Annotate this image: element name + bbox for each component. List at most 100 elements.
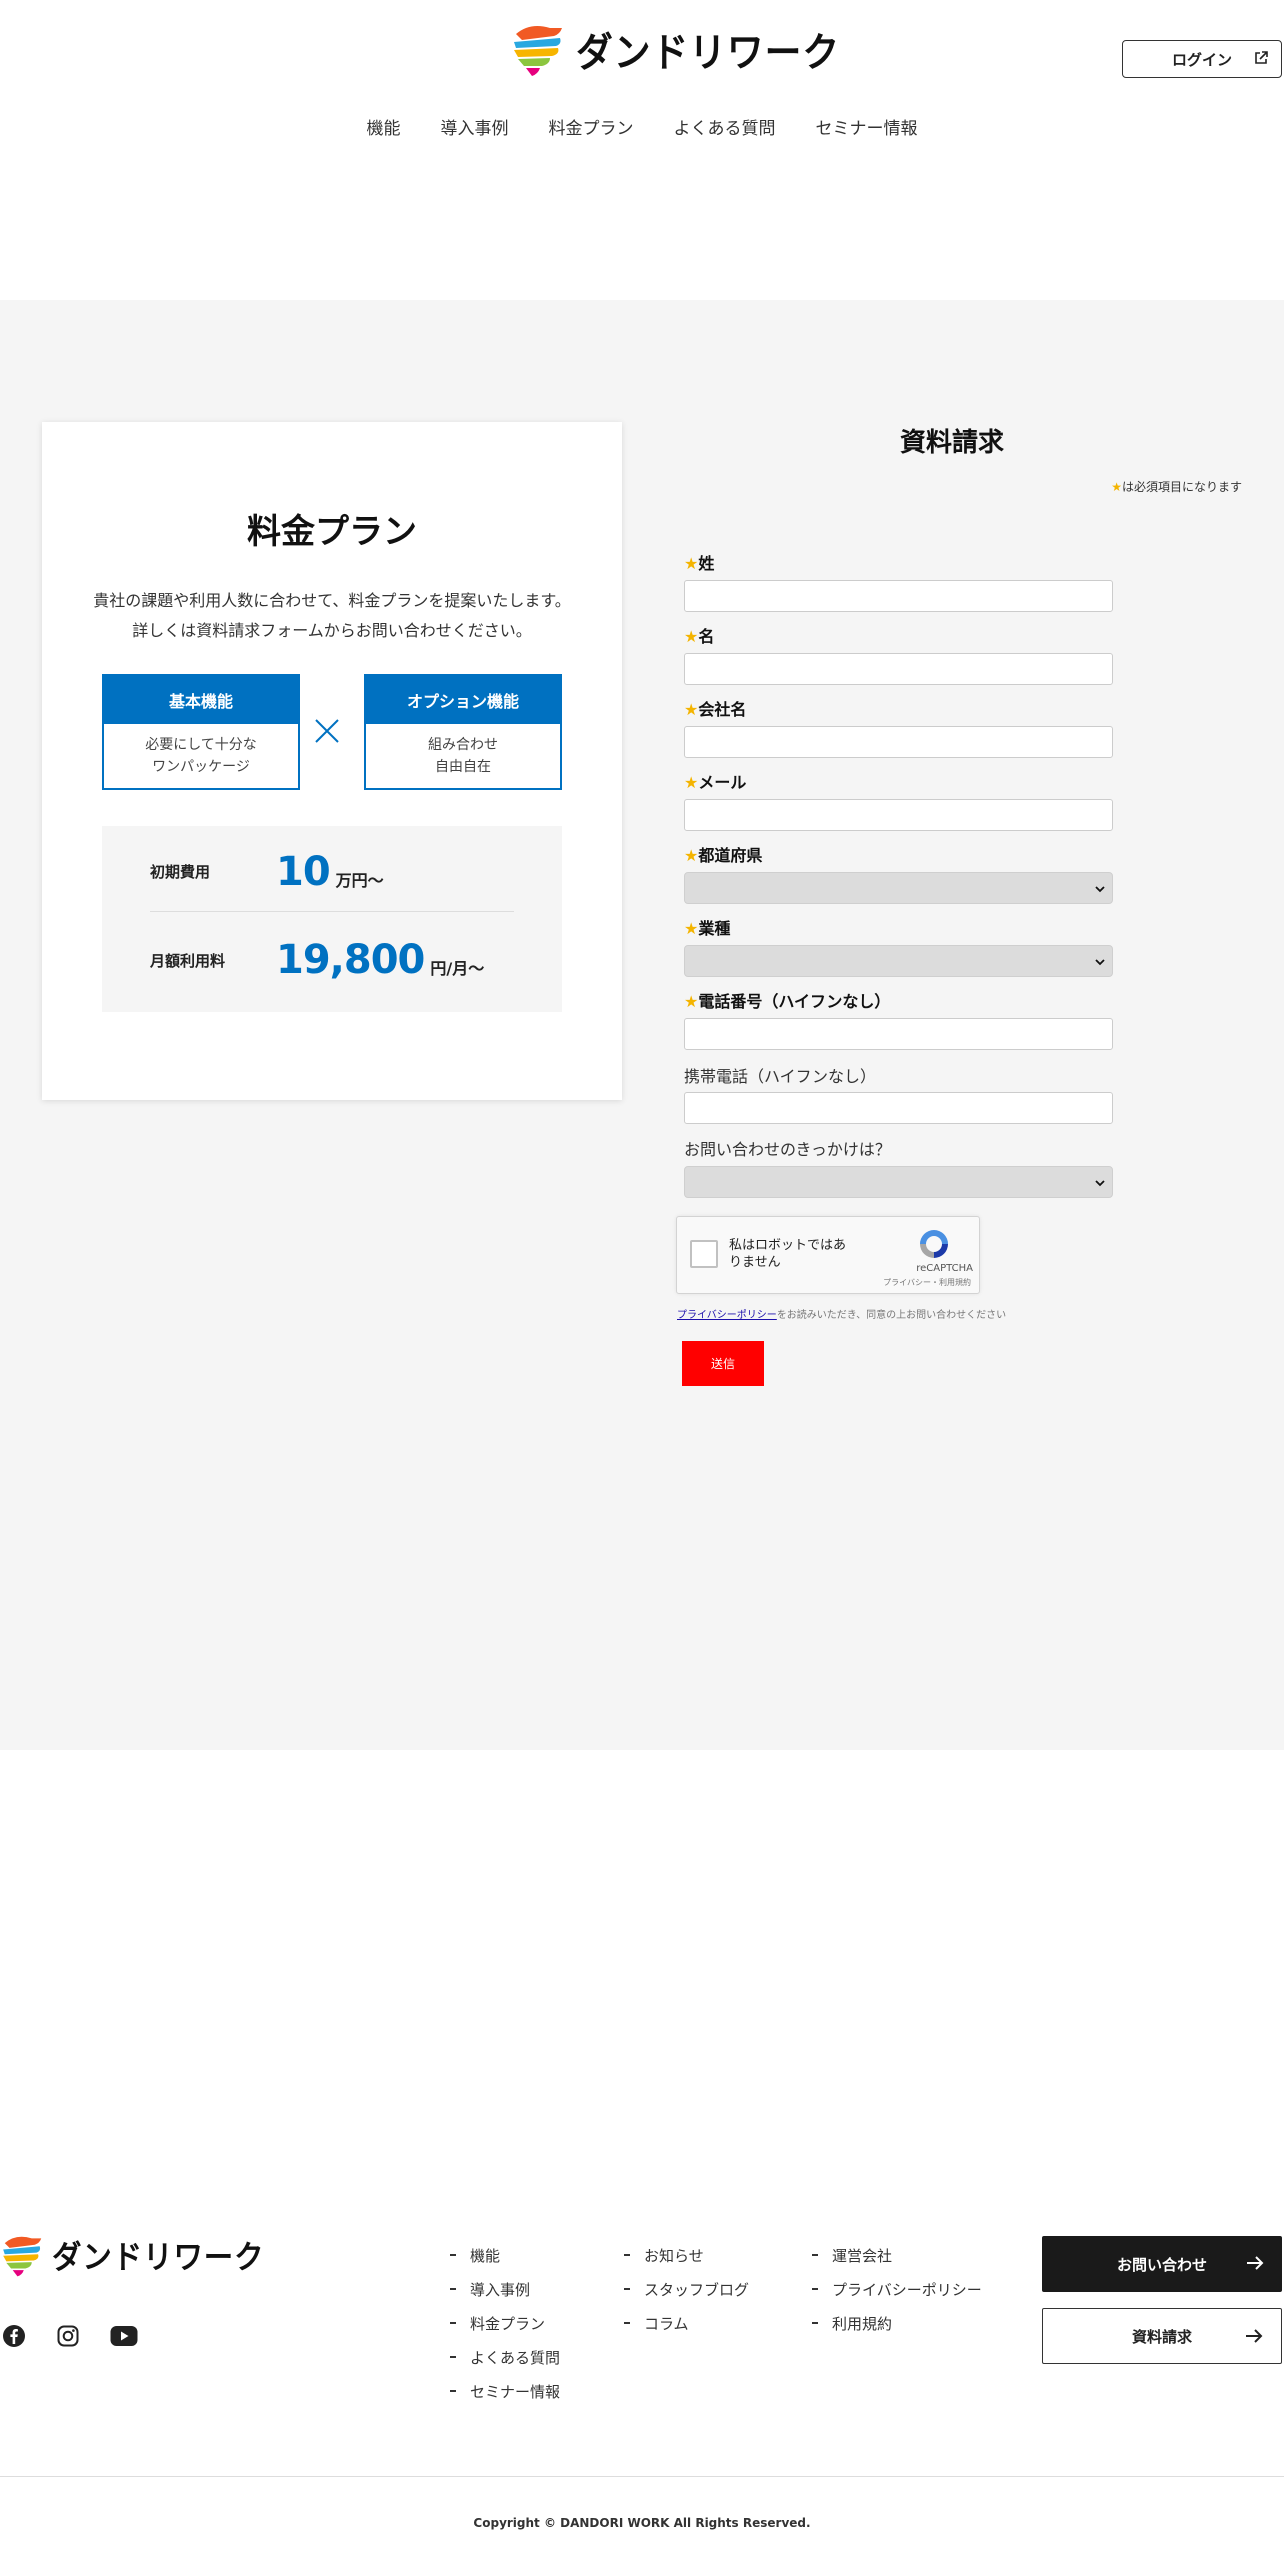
last-name-input[interactable] [684, 580, 1113, 612]
pricing-desc-line-2: 詳しくは資料請求フォームからお問い合わせください。 [132, 621, 532, 640]
footer-link-column[interactable]: コラム [624, 2306, 749, 2340]
initial-cost-row: 初期費用 10 万円〜 [150, 832, 514, 912]
nav-item-faq[interactable]: よくある質問 [674, 114, 776, 139]
login-button[interactable]: ログイン [1122, 40, 1282, 78]
industry-select[interactable] [684, 945, 1113, 977]
required-star: ★ [1111, 480, 1122, 494]
email-input[interactable] [684, 799, 1113, 831]
monthly-fee-unit: 円/月〜 [430, 959, 485, 978]
industry-label-text: 業種 [698, 919, 731, 938]
login-label: ログイン [1171, 50, 1232, 69]
monthly-fee-value: 19,800 [276, 937, 425, 983]
prefecture-label: ★都道府県 [684, 842, 762, 866]
required-star: ★ [684, 992, 699, 1011]
required-note: ★は必須項目になります [1000, 478, 1242, 495]
footer-link-features[interactable]: 機能 [450, 2238, 560, 2272]
footer-link-staff-blog[interactable]: スタッフブログ [624, 2272, 749, 2306]
footer-logo[interactable]: ダンドリワーク [0, 2230, 283, 2280]
footer-link-privacy-policy[interactable]: プライバシーポリシー [812, 2272, 982, 2306]
option-feature-line-2: 自由自在 [435, 759, 491, 775]
initial-cost-label: 初期費用 [150, 863, 211, 881]
nav-item-features[interactable]: 機能 [367, 114, 401, 139]
recaptcha-logo-icon [920, 1230, 948, 1258]
initial-cost-value: 10 [276, 848, 331, 895]
footer-docs-button[interactable]: 資料請求 [1042, 2308, 1282, 2364]
footer-docs-label: 資料請求 [1131, 2327, 1192, 2346]
times-icon [315, 719, 339, 743]
privacy-note: プライバシーポリシーをお読みいただき、同意の上お問い合わせください [677, 1306, 1006, 1321]
phone-label-text: 電話番号（ハイフンなし） [698, 992, 891, 1011]
recaptcha-label: 私はロボットではありません [729, 1238, 847, 1270]
logo-text: ダンドリワーク [576, 30, 841, 76]
trigger-label: お問い合わせのきっかけは？ [684, 1140, 891, 1159]
mobile-label: 携帯電話（ハイフンなし） [684, 1067, 877, 1086]
site-header: ダンドリワーク ログイン 機能 導入事例 料金プラン よくある質問 セミナー情報 [0, 0, 1284, 300]
footer-contact-button[interactable]: お問い合わせ [1042, 2236, 1282, 2292]
instagram-icon[interactable] [56, 2324, 80, 2348]
footer-nav-col-2: お知らせ スタッフブログ コラム [624, 2238, 749, 2340]
pricing-description: 貴社の課題や利用人数に合わせて、料金プランを提案いたします。 詳しくは資料請求フ… [42, 586, 622, 646]
option-feature-line-1: 組み合わせ [428, 737, 498, 753]
footer-link-news[interactable]: お知らせ [624, 2238, 749, 2272]
price-box: 初期費用 10 万円〜 月額利用料 19,800 円/月〜 [102, 826, 562, 1012]
footer-link-company[interactable]: 運営会社 [812, 2238, 982, 2272]
privacy-note-text: をお読みいただき、同意の上お問い合わせください [776, 1310, 1007, 1321]
pricing-title: 料金プラン [247, 512, 417, 552]
pricing-and-request-section: 料金プラン 貴社の課題や利用人数に合わせて、料金プランを提案いたします。 詳しく… [0, 300, 1284, 1750]
chevron-down-icon [1095, 1180, 1105, 1187]
company-label: ★会社名 [684, 696, 746, 720]
phone-label: ★電話番号（ハイフンなし） [684, 988, 890, 1012]
email-label: ★メール [684, 769, 746, 793]
required-star: ★ [684, 554, 699, 573]
trigger-select[interactable] [684, 1166, 1113, 1198]
mobile-input[interactable] [684, 1092, 1113, 1124]
pricing-card: 料金プラン 貴社の課題や利用人数に合わせて、料金プランを提案いたします。 詳しく… [42, 422, 622, 1100]
industry-label: ★業種 [684, 915, 730, 939]
site-logo[interactable]: ダンドリワーク [510, 20, 863, 78]
first-name-label: ★名 [684, 623, 714, 647]
recaptcha-brand: reCAPTCHA [916, 1263, 973, 1274]
basic-feature-line-2: ワンパッケージ [152, 759, 250, 775]
basic-feature-body: 必要にして十分な ワンパッケージ [104, 724, 298, 778]
first-name-label-text: 名 [698, 627, 715, 646]
arrow-right-icon [1246, 2329, 1263, 2343]
monthly-fee-label: 月額利用料 [150, 951, 226, 970]
chevron-down-icon [1095, 886, 1105, 893]
copyright: Copyright © DANDORI WORK All Rights Rese… [473, 2516, 811, 2530]
submit-button[interactable]: 送信 [682, 1341, 764, 1386]
chevron-down-icon [1095, 959, 1105, 966]
form-title: 資料請求 [899, 428, 1004, 458]
basic-feature-box: 基本機能 必要にして十分な ワンパッケージ [102, 674, 300, 790]
privacy-policy-link[interactable]: プライバシーポリシー [677, 1310, 777, 1321]
prefecture-select[interactable] [684, 872, 1113, 904]
required-star: ★ [684, 919, 699, 938]
logo-mark-icon [514, 26, 562, 76]
youtube-icon[interactable] [110, 2325, 138, 2347]
footer-link-case-studies[interactable]: 導入事例 [450, 2272, 560, 2306]
recaptcha-links[interactable]: プライバシー・利用規約 [857, 1277, 971, 1288]
footer-link-terms[interactable]: 利用規約 [812, 2306, 982, 2340]
nav-item-pricing[interactable]: 料金プラン [549, 114, 634, 139]
footer-contact-label: お問い合わせ [1116, 2255, 1207, 2274]
main-nav: 機能 導入事例 料金プラン よくある質問 セミナー情報 [0, 114, 1284, 139]
last-name-label: ★姓 [684, 550, 714, 574]
footer-link-seminars[interactable]: セミナー情報 [450, 2374, 560, 2408]
recaptcha-checkbox[interactable] [690, 1240, 718, 1268]
footer-divider [0, 2476, 1284, 2477]
facebook-icon[interactable] [2, 2324, 26, 2348]
footer-link-faq[interactable]: よくある質問 [450, 2340, 560, 2374]
required-star: ★ [684, 627, 699, 646]
option-feature-box: オプション機能 組み合わせ 自由自在 [364, 674, 562, 790]
footer-nav-col-3: 運営会社 プライバシーポリシー 利用規約 [812, 2238, 982, 2340]
company-input[interactable] [684, 726, 1113, 758]
arrow-right-icon [1247, 2256, 1264, 2270]
email-label-text: メール [698, 773, 747, 792]
logo-mark-icon [3, 2236, 42, 2277]
nav-item-case-studies[interactable]: 導入事例 [441, 114, 509, 139]
phone-input[interactable] [684, 1018, 1113, 1050]
footer-link-pricing[interactable]: 料金プラン [450, 2306, 560, 2340]
first-name-input[interactable] [684, 653, 1113, 685]
option-feature-title: オプション機能 [366, 676, 560, 724]
nav-item-seminars[interactable]: セミナー情報 [816, 114, 918, 139]
last-name-label-text: 姓 [698, 554, 715, 573]
